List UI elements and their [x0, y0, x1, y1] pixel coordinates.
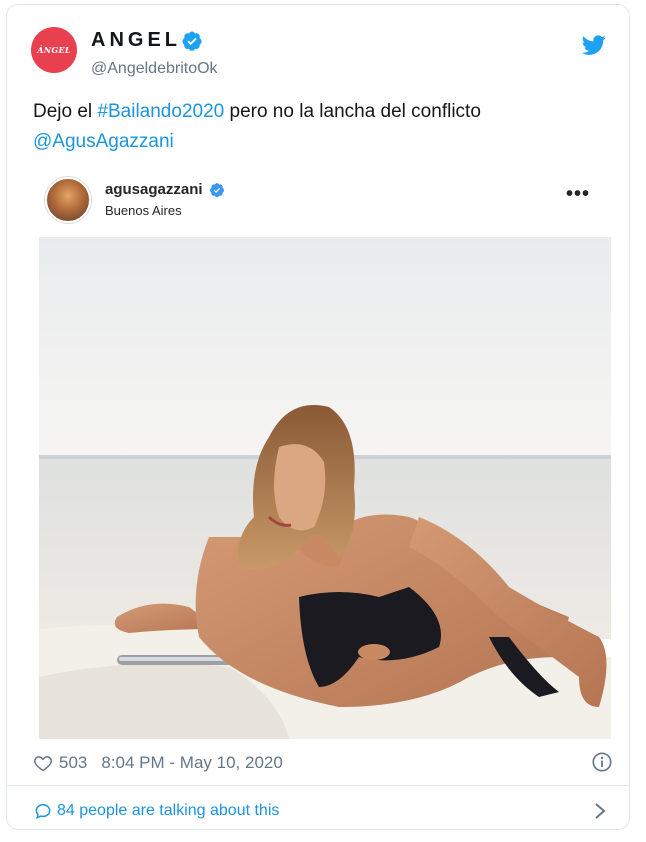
- comment-bubble-icon: [35, 803, 51, 819]
- instagram-photo[interactable]: [39, 237, 611, 739]
- avatar-logo-text: ÁNGEL: [37, 45, 71, 55]
- like-count[interactable]: 503: [59, 753, 87, 773]
- verified-icon: [209, 182, 224, 197]
- instagram-avatar[interactable]: [45, 177, 91, 223]
- display-name[interactable]: ANGEL: [91, 29, 181, 52]
- talking-count[interactable]: 84 people are talking about this: [57, 802, 279, 820]
- verified-icon: [182, 30, 202, 51]
- timestamp[interactable]: 8:04 PM - May 10, 2020: [101, 753, 282, 773]
- more-icon[interactable]: •••: [566, 184, 590, 204]
- instagram-username[interactable]: agusagazzani: [105, 181, 203, 198]
- twitter-logo-icon[interactable]: [582, 33, 606, 57]
- tweet-text: Dejo el #Bailando2020 pero no la lancha …: [33, 97, 613, 157]
- mention-link[interactable]: @AgusAgazzani: [33, 131, 174, 152]
- instagram-user-row: agusagazzani: [105, 181, 225, 198]
- tweet-text-middle: pero no la lancha del conflicto: [224, 101, 481, 122]
- tweet-card: ÁNGEL ANGEL @AngeldebritoOk Dejo el #Bai…: [6, 4, 630, 830]
- divider: [7, 785, 629, 786]
- author-name-row: ANGEL: [91, 29, 203, 52]
- hashtag-link[interactable]: #Bailando2020: [97, 101, 224, 122]
- conversation-link[interactable]: 84 people are talking about this: [33, 797, 613, 825]
- chevron-right-icon[interactable]: [593, 801, 607, 821]
- info-icon[interactable]: [591, 751, 613, 773]
- heart-icon[interactable]: [33, 753, 53, 773]
- author-handle[interactable]: @AngeldebritoOk: [91, 60, 218, 78]
- tweet-meta-row: 503 8:04 PM - May 10, 2020: [33, 749, 613, 777]
- instagram-embed[interactable]: agusagazzani Buenos Aires •••: [33, 165, 611, 739]
- instagram-location[interactable]: Buenos Aires: [105, 203, 182, 218]
- tweet-text-prefix: Dejo el: [33, 101, 98, 122]
- avatar[interactable]: ÁNGEL: [31, 27, 77, 73]
